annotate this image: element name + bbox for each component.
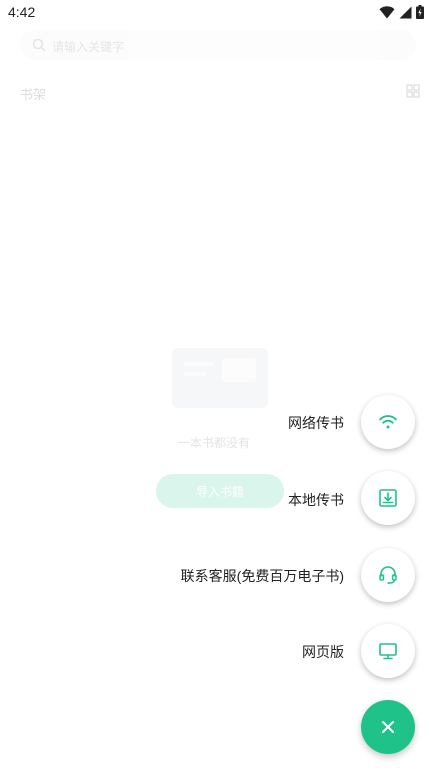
import-books-label: 导入书籍 (195, 484, 244, 499)
local-transfer-button[interactable] (361, 471, 415, 525)
customer-service-button[interactable] (361, 548, 415, 602)
wifi-icon (379, 415, 397, 429)
local-transfer-label[interactable]: 本地传书 (288, 490, 344, 510)
web-version-button[interactable] (361, 624, 415, 678)
customer-service-label[interactable]: 联系客服(免费百万电子书) (181, 566, 344, 586)
search-bar: 请输入关键字 (20, 30, 416, 60)
close-icon (382, 721, 394, 733)
import-books-button: 导入书籍 (156, 474, 284, 508)
headset-icon (379, 566, 397, 584)
empty-text: 一本书都没有 (178, 436, 251, 450)
download-icon (379, 489, 397, 507)
search-icon (32, 38, 46, 52)
grid-icon (406, 84, 420, 98)
close-menu-button[interactable] (361, 700, 415, 754)
web-version-label[interactable]: 网页版 (302, 642, 344, 662)
empty-shelf-illustration (172, 348, 268, 408)
web-transfer-label[interactable]: 网络传书 (288, 413, 344, 433)
monitor-icon (379, 643, 397, 660)
web-transfer-button[interactable] (361, 395, 415, 449)
search-placeholder: 请输入关键字 (52, 40, 125, 54)
shelf-title: 书架 (20, 87, 47, 102)
